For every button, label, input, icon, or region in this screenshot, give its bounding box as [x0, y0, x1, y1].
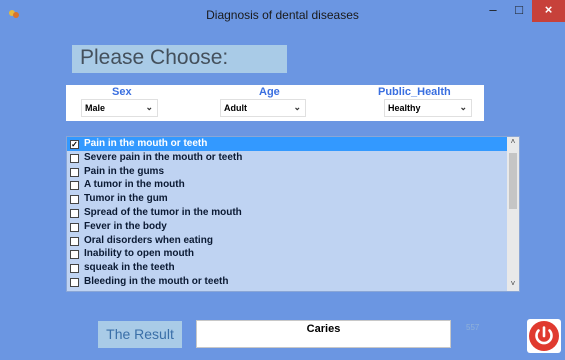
symptom-checkbox[interactable]	[70, 167, 79, 177]
sex-value: Male	[85, 103, 106, 113]
symptom-checkbox[interactable]	[70, 195, 79, 205]
symptom-label: squeak in the teeth	[84, 262, 175, 274]
symptom-label: Severe pain in the mouth or teeth	[84, 151, 243, 163]
symptom-checklist[interactable]: ✓ Pain in the mouth or teeth Severe pain i…	[66, 136, 520, 292]
symptom-item[interactable]: Pain in the gums	[67, 165, 519, 179]
chevron-down-icon: ⌄	[145, 102, 153, 112]
power-icon	[529, 321, 559, 351]
minimize-button[interactable]: –	[480, 0, 506, 22]
symptom-checkbox[interactable]	[70, 236, 79, 246]
symptom-checkbox[interactable]	[70, 181, 79, 191]
title-bar: Diagnosis of dental diseases – □ ×	[0, 0, 565, 30]
power-button[interactable]	[527, 319, 561, 353]
symptom-checkbox[interactable]	[70, 153, 79, 163]
result-code: 557	[466, 323, 480, 332]
scrollbar[interactable]: ˄ ˅	[507, 137, 519, 291]
symptom-item[interactable]: squeak in the teeth	[67, 261, 519, 275]
scroll-thumb[interactable]	[509, 153, 517, 209]
scroll-up-icon[interactable]: ˄	[507, 137, 519, 149]
symptom-item[interactable]: A tumor in the mouth	[67, 178, 519, 192]
chevron-down-icon: ⌄	[293, 102, 301, 112]
please-choose-banner: Please Choose:	[72, 45, 287, 73]
symptom-label: Pain in the mouth or teeth	[84, 138, 208, 149]
result-value: Caries	[306, 323, 341, 335]
symptom-item[interactable]: Severe pain in the mouth or teeth	[67, 151, 519, 165]
symptom-checkbox[interactable]	[70, 264, 79, 274]
age-dropdown[interactable]: Adult ⌄	[220, 99, 306, 117]
symptom-checkbox[interactable]	[70, 277, 79, 287]
please-choose-label: Please Choose:	[80, 46, 229, 69]
symptom-label: Tumor in the gum	[84, 193, 168, 205]
sex-dropdown[interactable]: Male ⌄	[81, 99, 158, 117]
age-value: Adult	[224, 103, 247, 113]
result-button[interactable]: The Result	[98, 321, 182, 348]
public-health-label: Public_Health	[378, 86, 451, 98]
symptom-label: Inability to open mouth	[84, 248, 194, 260]
symptom-label: Spread of the tumor in the mouth	[84, 206, 242, 218]
symptom-item[interactable]: Spread of the tumor in the mouth	[67, 206, 519, 220]
symptom-item[interactable]: Oral disorders when eating	[67, 234, 519, 248]
symptom-item[interactable]: Fever in the body	[67, 220, 519, 234]
symptom-label: Fever in the body	[84, 220, 167, 232]
age-label: Age	[259, 86, 280, 98]
symptom-label: A tumor in the mouth	[84, 179, 185, 191]
sex-label: Sex	[112, 86, 132, 98]
public-health-dropdown[interactable]: Healthy ⌄	[384, 99, 472, 117]
symptom-label: Oral disorders when eating	[84, 234, 213, 246]
public-health-value: Healthy	[388, 103, 421, 113]
scroll-down-icon[interactable]: ˅	[507, 279, 519, 291]
symptom-label: Pain in the gums	[84, 165, 165, 177]
chevron-down-icon: ⌄	[459, 102, 467, 112]
result-field: Caries	[196, 320, 451, 348]
symptom-item[interactable]: Tumor in the gum	[67, 192, 519, 206]
symptom-checkbox[interactable]: ✓	[70, 140, 79, 149]
symptom-label: Bleeding in the mouth or teeth	[84, 275, 229, 287]
symptom-checkbox[interactable]	[70, 222, 79, 232]
maximize-button[interactable]: □	[506, 0, 532, 22]
filter-panel: Sex Male ⌄ Age Adult ⌄ Public_Health Hea…	[66, 85, 484, 121]
symptom-item[interactable]: ✓ Pain in the mouth or teeth	[67, 137, 519, 151]
close-button[interactable]: ×	[532, 0, 565, 22]
symptom-item[interactable]: Bleeding in the mouth or teeth	[67, 275, 519, 289]
symptom-checkbox[interactable]	[70, 250, 79, 260]
symptom-item[interactable]: Inability to open mouth	[67, 247, 519, 261]
symptom-checkbox[interactable]	[70, 208, 79, 218]
